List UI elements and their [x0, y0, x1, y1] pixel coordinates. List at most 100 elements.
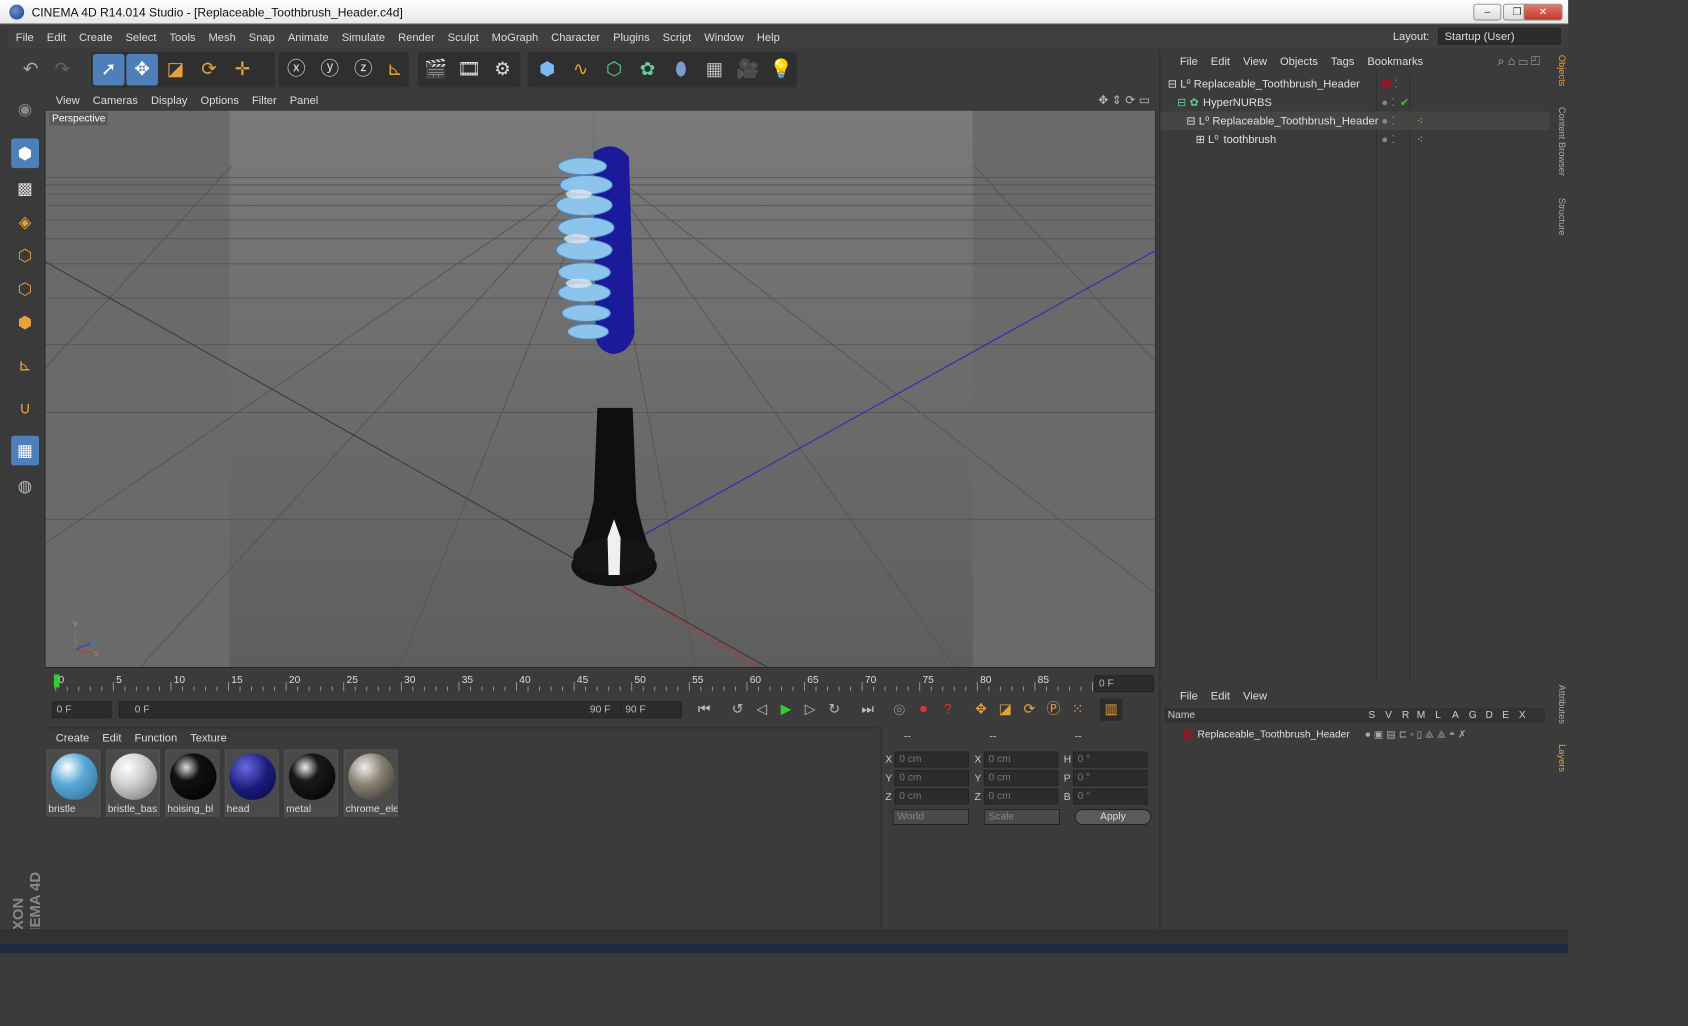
- size-x-field[interactable]: 0 cm: [983, 751, 1059, 768]
- polygons-mode-icon[interactable]: ⬢: [11, 307, 39, 337]
- apply-button[interactable]: Apply: [1074, 809, 1152, 825]
- material-swatch[interactable]: bristle: [46, 749, 101, 817]
- layer-menu-edit[interactable]: Edit: [1204, 686, 1236, 706]
- menu-simulate[interactable]: Simulate: [335, 26, 391, 48]
- coordinate-system-dropdown[interactable]: World: [892, 809, 969, 825]
- mat-menu-texture[interactable]: Texture: [184, 728, 234, 747]
- viewport-navigation-icons[interactable]: ✥ ⇕ ⟳ ▭: [1098, 93, 1150, 108]
- tab-objects[interactable]: Objects: [1551, 55, 1566, 86]
- mat-menu-create[interactable]: Create: [45, 728, 96, 747]
- deformer-icon[interactable]: ⬮: [665, 54, 697, 86]
- vp-menu-panel[interactable]: Panel: [283, 91, 325, 110]
- mat-menu-function[interactable]: Function: [128, 728, 184, 747]
- y-axis-lock-icon[interactable]: ⓨ: [314, 54, 346, 86]
- key-parameter-icon[interactable]: Ⓟ: [1042, 699, 1064, 721]
- menu-character[interactable]: Character: [545, 26, 607, 48]
- vp-menu-cameras[interactable]: Cameras: [86, 91, 144, 110]
- tab-layers[interactable]: Layers: [1551, 744, 1566, 772]
- menu-plugins[interactable]: Plugins: [607, 26, 657, 48]
- perspective-viewport[interactable]: Y Z X Perspective: [44, 109, 1156, 668]
- texture-mode-icon[interactable]: ▩: [11, 174, 39, 204]
- position-y-field[interactable]: 0 cm: [894, 770, 969, 786]
- menu-script[interactable]: Script: [656, 26, 698, 48]
- points-mode-icon[interactable]: ⬡: [11, 241, 39, 271]
- layer-menu-view[interactable]: View: [1237, 686, 1274, 706]
- current-frame-field[interactable]: 0 F: [1094, 675, 1154, 693]
- obj-manager-nav-icons[interactable]: ⌕ ⌂ ▭ ◰: [1498, 54, 1541, 69]
- position-z-field[interactable]: 0 cm: [894, 788, 969, 805]
- playhead-marker[interactable]: [53, 674, 60, 688]
- previous-key-icon[interactable]: ↺: [726, 699, 748, 721]
- visibility-dots[interactable]: ● ⁚: [1381, 111, 1394, 130]
- next-key-icon[interactable]: ↻: [823, 699, 845, 721]
- go-to-end-icon[interactable]: ⏭: [857, 699, 879, 721]
- material-tag-icon[interactable]: ⁖: [1417, 130, 1424, 149]
- close-button[interactable]: ✕: [1523, 3, 1563, 21]
- size-mode-dropdown[interactable]: Scale: [983, 809, 1060, 825]
- light-icon[interactable]: 💡: [765, 54, 797, 86]
- enabled-check-icon[interactable]: ✔: [1400, 93, 1409, 112]
- obj-menu-bookmarks[interactable]: Bookmarks: [1361, 51, 1430, 71]
- go-to-start-icon[interactable]: ⏮: [693, 699, 715, 721]
- next-frame-icon[interactable]: ▷: [799, 699, 821, 721]
- record-icon[interactable]: ◎: [888, 699, 910, 721]
- render-settings-icon[interactable]: ⚙: [487, 54, 519, 86]
- object-row[interactable]: ⊞ L⁰ toothbrush ● ⁚ ⁖: [1160, 130, 1550, 149]
- tab-content-browser[interactable]: Content Browser: [1551, 107, 1566, 176]
- previous-frame-icon[interactable]: ◁: [751, 699, 773, 721]
- rotate-tool-icon[interactable]: ⟳: [193, 54, 225, 86]
- visibility-dots[interactable]: ⁚: [1394, 74, 1398, 93]
- key-rotation-icon[interactable]: ⟳: [1018, 699, 1040, 721]
- keyframe-selection-icon[interactable]: ?: [936, 699, 958, 721]
- tab-structure[interactable]: Structure: [1551, 198, 1566, 236]
- render-picture-viewer-icon[interactable]: 🎞: [453, 54, 485, 86]
- edges-mode-icon[interactable]: ⬡: [11, 274, 39, 304]
- nurbs-icon[interactable]: ⬡: [598, 54, 630, 86]
- layer-row[interactable]: Replaceable_Toothbrush_Header ● ▣ ▤ ⊏ ▫ …: [1160, 726, 1550, 745]
- layout-dropdown[interactable]: Startup (User): [1438, 27, 1561, 45]
- coordinate-system-icon[interactable]: ⊾: [379, 54, 411, 86]
- menu-tools[interactable]: Tools: [163, 26, 202, 48]
- minimize-button[interactable]: –: [1473, 3, 1502, 21]
- material-swatch[interactable]: bristle_bas: [105, 749, 160, 817]
- material-tag-icon[interactable]: ⁖: [1417, 111, 1424, 130]
- menu-window[interactable]: Window: [698, 26, 751, 48]
- mat-menu-edit[interactable]: Edit: [96, 728, 128, 747]
- scale-tool-icon[interactable]: ◪: [160, 54, 192, 86]
- menu-edit[interactable]: Edit: [40, 26, 72, 48]
- autokey-icon[interactable]: ⏺: [912, 699, 934, 721]
- camera-icon[interactable]: 🎥: [732, 54, 764, 86]
- object-row[interactable]: ⊟ ✿ HyperNURBS ● ⁚ ✔: [1160, 93, 1550, 112]
- locked-workplane-icon[interactable]: ▦: [11, 435, 40, 466]
- rotation-h-field[interactable]: 0 °: [1072, 751, 1148, 768]
- key-scale-icon[interactable]: ◪: [994, 699, 1016, 721]
- timeline-window-icon[interactable]: ▥: [1099, 698, 1123, 721]
- menu-sculpt[interactable]: Sculpt: [441, 26, 485, 48]
- live-selection-icon[interactable]: ➚: [92, 53, 125, 86]
- workplane-icon[interactable]: ◈: [11, 207, 39, 237]
- material-swatch[interactable]: metal: [284, 749, 339, 817]
- menu-help[interactable]: Help: [750, 26, 786, 48]
- menu-select[interactable]: Select: [119, 26, 163, 48]
- menu-snap[interactable]: Snap: [242, 26, 281, 48]
- material-swatch[interactable]: chrome_ele: [343, 749, 398, 817]
- snap-icon[interactable]: ∪: [11, 393, 39, 423]
- rotation-p-field[interactable]: 0 °: [1072, 770, 1148, 786]
- move-tool-icon[interactable]: ✥: [126, 53, 158, 86]
- spline-icon[interactable]: ∿: [565, 54, 597, 86]
- array-icon[interactable]: ✿: [632, 54, 664, 86]
- object-row[interactable]: ⊟ L⁰ Replaceable_Toothbrush_Header ⁚: [1160, 74, 1550, 93]
- layer-menu-file[interactable]: File: [1173, 686, 1204, 706]
- redo-icon[interactable]: ↷: [46, 54, 78, 86]
- axis-mode-icon[interactable]: ⊾: [11, 350, 39, 380]
- obj-menu-tags[interactable]: Tags: [1324, 51, 1361, 71]
- obj-menu-view[interactable]: View: [1237, 51, 1274, 71]
- menu-mograph[interactable]: MoGraph: [485, 26, 544, 48]
- make-editable-icon[interactable]: ◉: [11, 94, 39, 124]
- floor-icon[interactable]: ▦: [699, 54, 731, 86]
- visibility-dots[interactable]: ● ⁚: [1381, 93, 1394, 112]
- start-frame-field[interactable]: 0 F: [52, 701, 112, 719]
- vp-menu-filter[interactable]: Filter: [245, 91, 283, 110]
- end-frame-field[interactable]: 90 F: [620, 701, 682, 719]
- undo-icon[interactable]: ↶: [15, 54, 47, 86]
